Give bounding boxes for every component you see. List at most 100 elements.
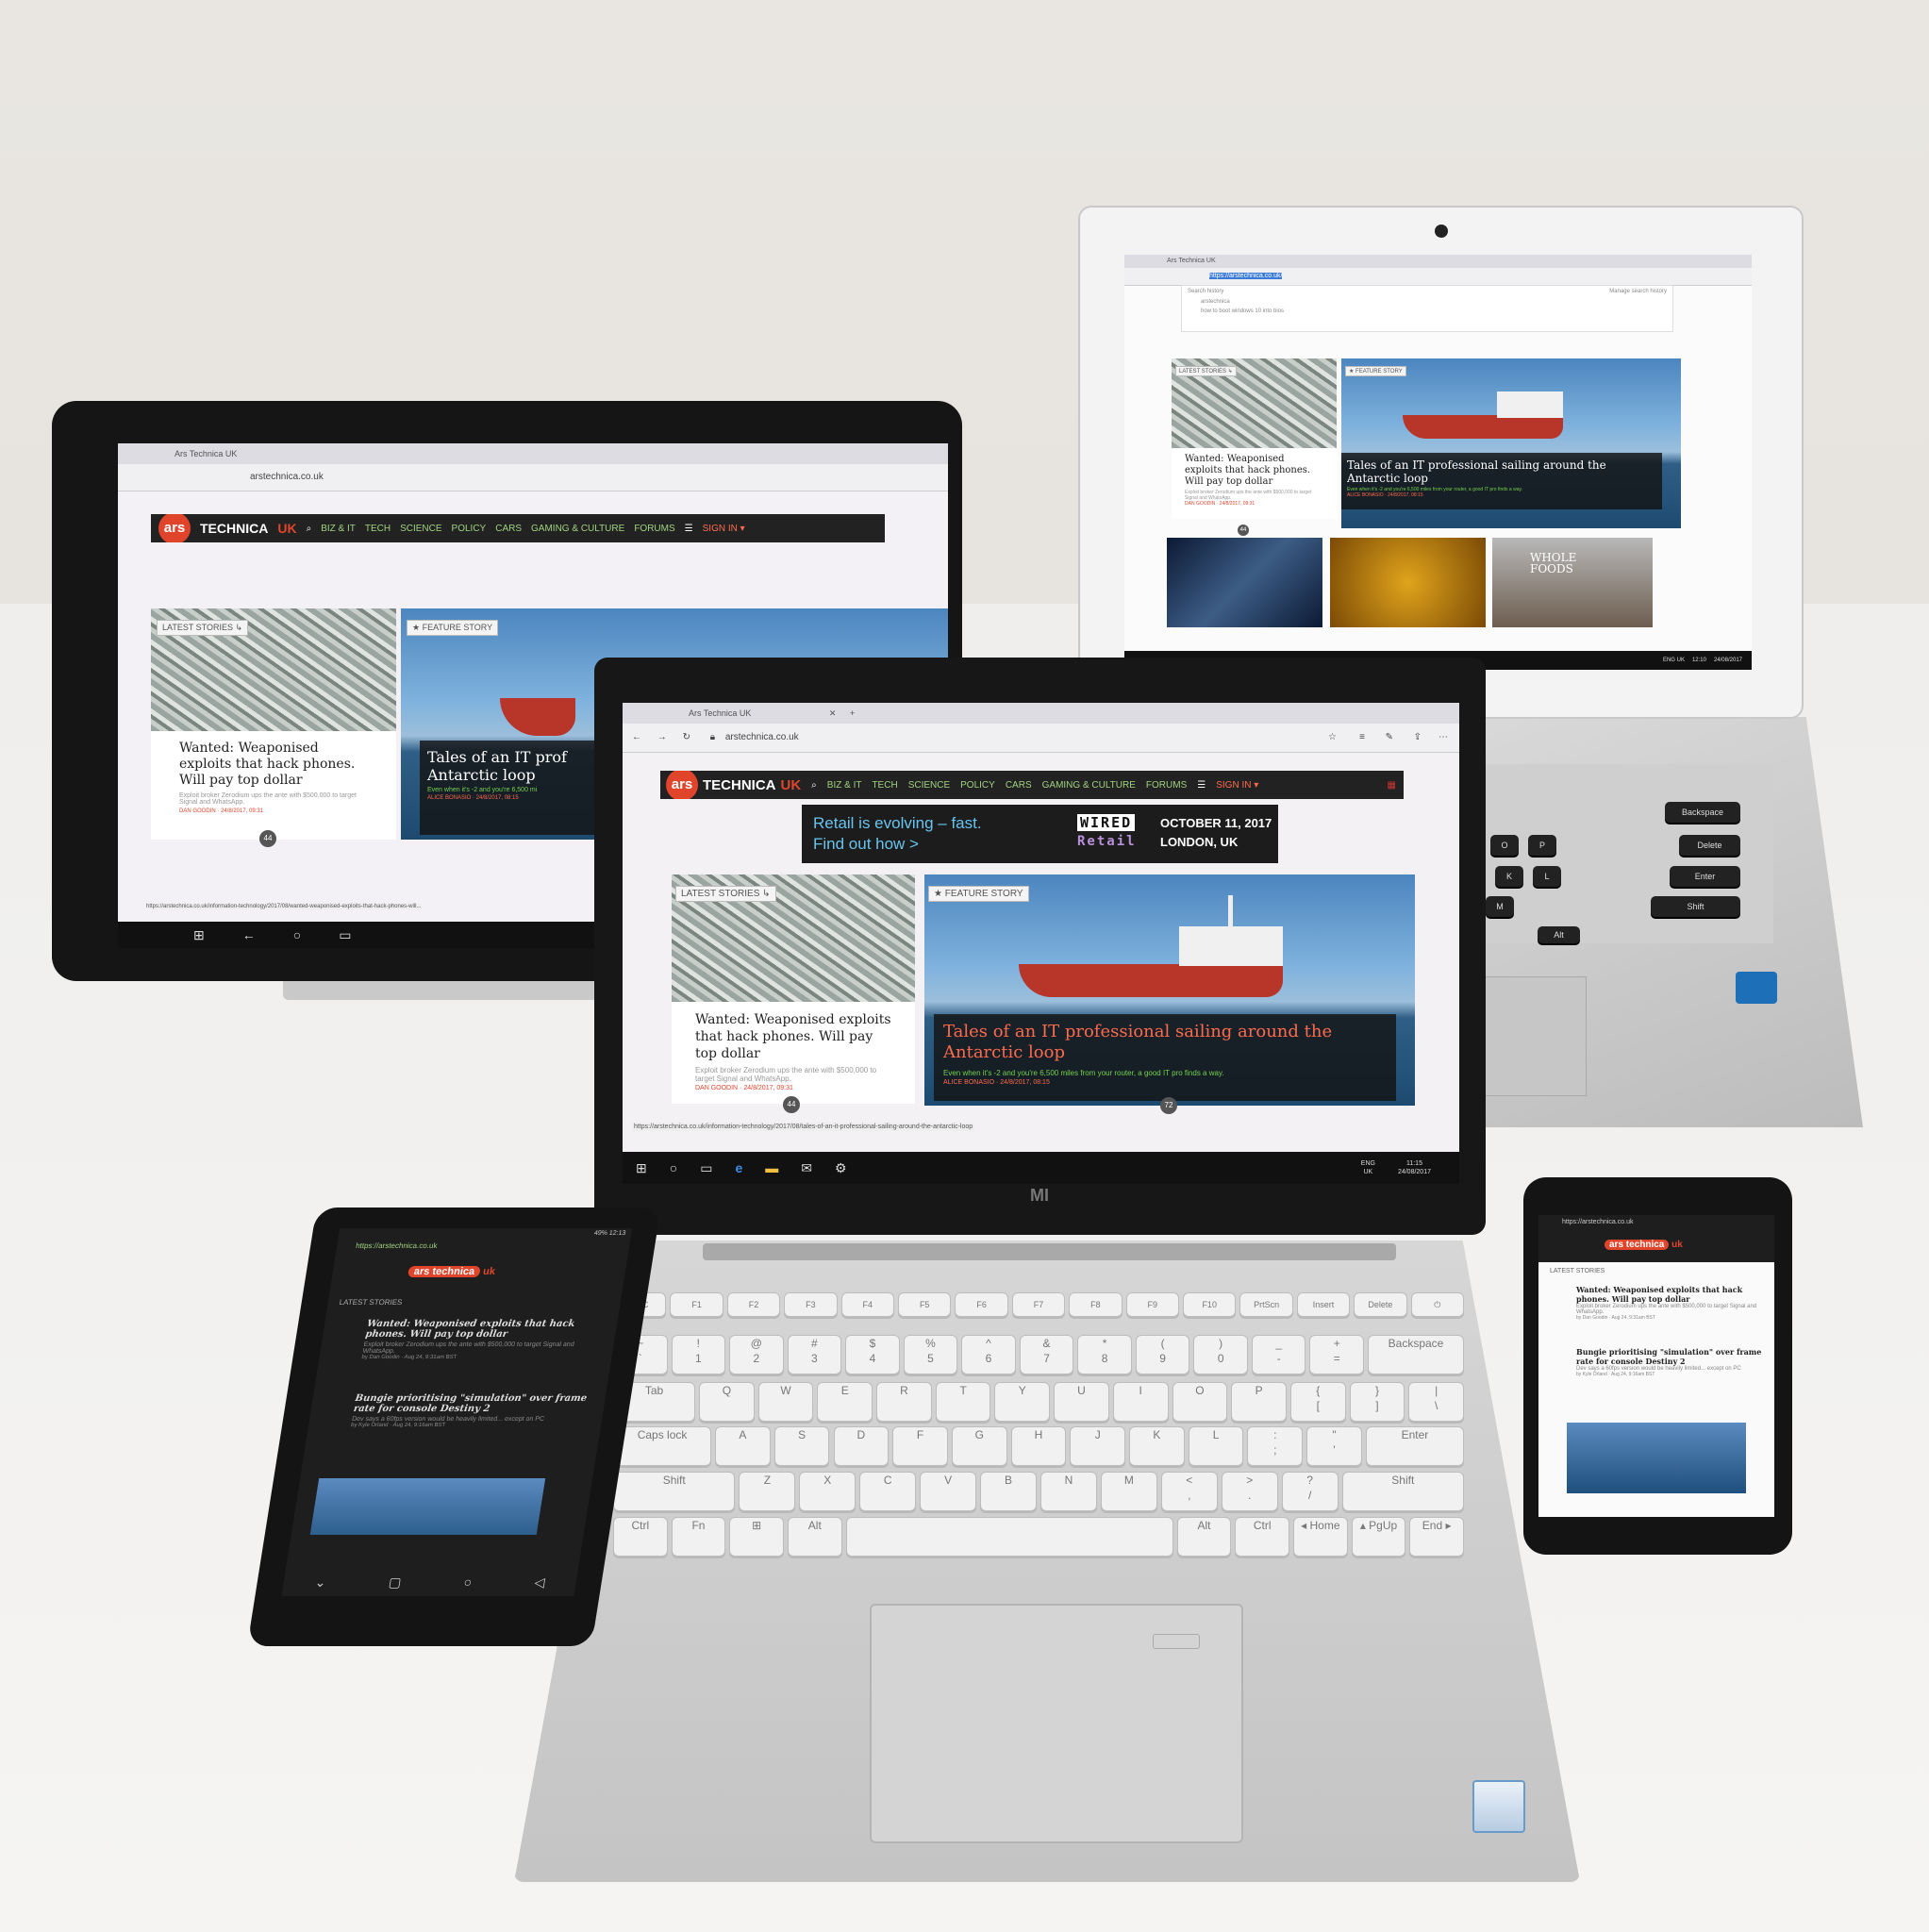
key-2-3[interactable]: E	[817, 1382, 873, 1422]
key-1-5[interactable]: % 5	[903, 1335, 958, 1374]
task-view-icon[interactable]: ▭	[700, 1160, 712, 1176]
rl-story-card[interactable]: Wanted: Weaponised exploits that hack ph…	[1172, 448, 1337, 519]
key-0-11[interactable]: PrtScn	[1239, 1292, 1293, 1317]
story-card[interactable]: Wanted: Weaponised exploits that hack ph…	[151, 731, 396, 840]
favorites-star-icon[interactable]: ☆	[1328, 724, 1337, 752]
key-0-13[interactable]: Delete	[1354, 1292, 1407, 1317]
nav-cars[interactable]: CARS	[495, 524, 522, 534]
rp-feature-image[interactable]	[1567, 1423, 1746, 1493]
rl-dropdown-item-2[interactable]: how to boot windows 10 into bios	[1182, 307, 1672, 316]
rl-comments[interactable]: 44	[1238, 525, 1249, 536]
ml-latest-tag[interactable]: LATEST STORIES ↳	[675, 886, 776, 902]
key-1-7[interactable]: & 7	[1019, 1335, 1074, 1374]
key-0-10[interactable]: F10	[1183, 1292, 1237, 1317]
key-m[interactable]: M	[1486, 896, 1514, 917]
key-1-12[interactable]: + =	[1309, 1335, 1365, 1374]
key-4-10[interactable]: ? /	[1281, 1472, 1339, 1511]
key-l[interactable]: L	[1533, 866, 1561, 887]
back-icon[interactable]: ←	[242, 927, 256, 942]
key-2-10[interactable]: P	[1231, 1382, 1287, 1422]
forward-arrow-icon[interactable]: →	[657, 732, 667, 742]
key-3-5[interactable]: G	[951, 1426, 1007, 1466]
key-0-4[interactable]: F4	[840, 1292, 894, 1317]
refresh-icon[interactable]: ↻	[683, 732, 690, 742]
key-3-6[interactable]: H	[1010, 1426, 1067, 1466]
back-arrow-icon[interactable]: ←	[632, 732, 641, 742]
key-5-8[interactable]: ▴ PgUp	[1351, 1517, 1406, 1557]
share-icon[interactable]: ⇪	[1414, 724, 1422, 752]
key-1-10[interactable]: ) 0	[1193, 1335, 1248, 1374]
key-0-1[interactable]: F1	[670, 1292, 723, 1317]
rp-story-1-title[interactable]: Wanted: Weaponised exploits that hack ph…	[1576, 1285, 1765, 1304]
rl-dropdown-item-1[interactable]: arstechnica	[1182, 297, 1672, 307]
nav-biz[interactable]: BIZ & IT	[321, 524, 356, 534]
key-3-0[interactable]: Caps lock	[613, 1426, 712, 1466]
key-0-6[interactable]: F6	[955, 1292, 1008, 1317]
sign-in-link[interactable]: SIGN IN ▾	[703, 524, 745, 534]
rl-story-title[interactable]: Wanted: Weaponised exploits that hack ph…	[1185, 454, 1323, 488]
close-tab-icon[interactable]: ✕	[829, 708, 837, 718]
key-3-9[interactable]: L	[1188, 1426, 1244, 1466]
key-0-14[interactable]: ⏻	[1410, 1292, 1464, 1317]
key-5-9[interactable]: End ▸	[1409, 1517, 1464, 1557]
rl-time[interactable]: 12:10	[1692, 658, 1706, 663]
hub-icon[interactable]: ≡	[1359, 724, 1365, 752]
ml-lang[interactable]: ENG UK	[1361, 1159, 1375, 1176]
uk-flag-icon[interactable]: ▦	[1388, 780, 1396, 791]
key-4-5[interactable]: B	[980, 1472, 1037, 1511]
rp-story-2[interactable]: Bungie prioritising "simulation" over fr…	[1576, 1347, 1765, 1377]
key-4-3[interactable]: C	[859, 1472, 917, 1511]
key-2-6[interactable]: Y	[994, 1382, 1051, 1422]
key-4-11[interactable]: Shift	[1341, 1472, 1464, 1511]
key-2-8[interactable]: I	[1112, 1382, 1169, 1422]
lp-back-icon[interactable]: ◁	[533, 1574, 546, 1591]
nav-science[interactable]: SCIENCE	[400, 524, 441, 534]
lp-down-icon[interactable]: ⌄	[314, 1574, 327, 1591]
key-enter[interactable]: Enter	[1670, 866, 1740, 887]
key-0-2[interactable]: F2	[726, 1292, 781, 1317]
key-1-2[interactable]: @ 2	[729, 1335, 784, 1374]
lp-story-2[interactable]: Bungie prioritising "simulation" over fr…	[351, 1393, 592, 1428]
tab-title[interactable]: Ars Technica UK	[175, 449, 237, 458]
ml-nav-cars[interactable]: CARS	[1006, 780, 1032, 791]
key-1-8[interactable]: * 8	[1077, 1335, 1132, 1374]
key-o[interactable]: O	[1490, 835, 1519, 856]
key-3-8[interactable]: K	[1129, 1426, 1185, 1466]
wired-retail-ad[interactable]: Retail is evolving – fast. Find out how …	[802, 805, 1278, 863]
key-2-4[interactable]: R	[876, 1382, 932, 1422]
rp-url[interactable]: https://arstechnica.co.uk	[1562, 1219, 1633, 1225]
ml-story-title[interactable]: Wanted: Weaponised exploits that hack ph…	[695, 1011, 891, 1062]
key-1-1[interactable]: ! 1	[671, 1335, 726, 1374]
key-1-3[interactable]: # 3	[787, 1335, 842, 1374]
more-icon[interactable]: ⋯	[1438, 724, 1448, 752]
ml-ars-logo[interactable]: ars	[666, 771, 698, 799]
cortana-icon[interactable]: ○	[670, 1160, 677, 1175]
ml-nav-biz[interactable]: BIZ & IT	[827, 780, 862, 791]
key-0-5[interactable]: F5	[898, 1292, 952, 1317]
key-3-12[interactable]: Enter	[1365, 1426, 1464, 1466]
rl-tab-title[interactable]: Ars Technica UK	[1167, 258, 1216, 264]
ml-story-card[interactable]: Wanted: Weaponised exploits that hack ph…	[672, 1002, 915, 1104]
key-4-9[interactable]: > .	[1221, 1472, 1278, 1511]
ml-menu-icon[interactable]: ☰	[1197, 780, 1206, 791]
comment-count[interactable]: 44	[259, 830, 276, 847]
key-1-11[interactable]: _ -	[1251, 1335, 1306, 1374]
ml-nav-tech[interactable]: TECH	[872, 780, 897, 791]
lp-feature-image[interactable]	[309, 1478, 546, 1535]
ml-search-icon[interactable]: ⌕	[811, 780, 817, 791]
nav-tech[interactable]: TECH	[365, 524, 391, 534]
key-4-6[interactable]: N	[1040, 1472, 1097, 1511]
rl-dropdown-manage[interactable]: Manage search history	[1609, 289, 1667, 294]
key-0-8[interactable]: F8	[1069, 1292, 1122, 1317]
key-5-5[interactable]: Alt	[1176, 1517, 1232, 1557]
key-5-2[interactable]: ⊞	[729, 1517, 784, 1557]
rl-feature-tag[interactable]: ★ FEATURE STORY	[1345, 366, 1406, 376]
task-view-icon[interactable]: ▭	[339, 927, 351, 943]
lp-recents-icon[interactable]: ▢	[388, 1574, 403, 1591]
ml-tab-title[interactable]: Ars Technica UK	[689, 708, 751, 718]
feature-title-2[interactable]: Antarctic loop	[427, 766, 601, 784]
key-2-2[interactable]: W	[757, 1382, 814, 1422]
lp-url[interactable]: https://arstechnica.co.uk	[356, 1241, 439, 1250]
file-explorer-icon[interactable]: ▬	[765, 1160, 778, 1175]
edge-icon[interactable]: e	[735, 1160, 742, 1175]
